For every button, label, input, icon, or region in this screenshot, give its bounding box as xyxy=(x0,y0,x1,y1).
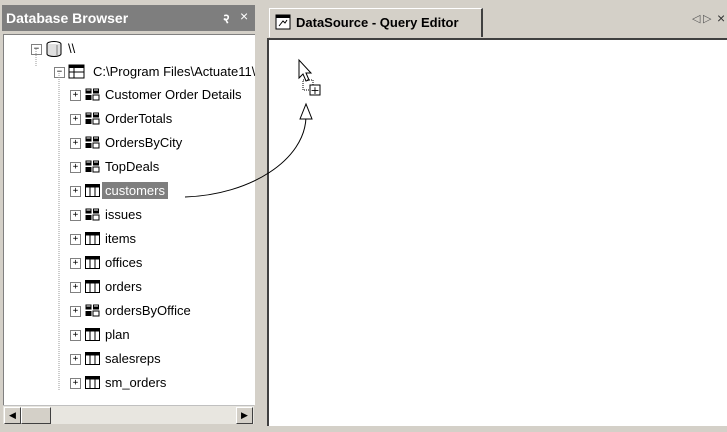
scroll-right-button[interactable]: ▶ xyxy=(236,407,253,424)
tree-item-label: offices xyxy=(105,255,143,270)
table-icon xyxy=(85,184,100,197)
table-icon xyxy=(85,352,100,365)
tree-item-topdeals[interactable]: + TopDeals xyxy=(70,157,255,177)
tab-strip: DataSource - Query Editor ◁ ▷ × xyxy=(262,0,727,38)
table-icon xyxy=(85,232,100,245)
tree-item-label: OrderTotals xyxy=(105,111,173,126)
database-browser-titlebar[interactable]: Database Browser २ × xyxy=(2,5,255,31)
view-icon xyxy=(85,112,100,125)
view-icon xyxy=(85,208,100,221)
expand-icon[interactable]: + xyxy=(70,282,81,293)
tree-item-label: orders xyxy=(105,279,142,294)
expand-icon[interactable]: + xyxy=(70,138,81,149)
tree-item-customer-order-details[interactable]: + Customer Order Details xyxy=(70,85,255,105)
database-browser-panel: Database Browser २ × − \\ − C:\Program F… xyxy=(0,0,256,432)
tree-item-salesreps[interactable]: + salesreps xyxy=(70,349,255,369)
expand-icon[interactable]: + xyxy=(70,162,81,173)
tree-item-ordersbycity[interactable]: + OrdersByCity xyxy=(70,133,255,153)
expand-icon[interactable]: + xyxy=(70,378,81,389)
horizontal-scrollbar[interactable]: ◀ ▶ xyxy=(3,405,254,424)
expand-icon[interactable]: + xyxy=(70,186,81,197)
tree-item-label: salesreps xyxy=(105,351,161,366)
scroll-left-button[interactable]: ◀ xyxy=(4,407,21,424)
tree-item-label: Customer Order Details xyxy=(105,87,242,102)
tree-item-customers[interactable]: + customers xyxy=(70,181,255,201)
tree-item-label: sm_orders xyxy=(105,375,167,390)
view-icon xyxy=(85,88,100,101)
tree-item-issues[interactable]: + issues xyxy=(70,205,255,225)
expand-icon[interactable]: + xyxy=(70,306,81,317)
tree-item-sm-orders[interactable]: + sm_orders xyxy=(70,373,255,393)
expand-icon[interactable]: + xyxy=(70,354,81,365)
expand-icon[interactable]: + xyxy=(70,210,81,221)
table-icon xyxy=(85,376,100,389)
tree-item-label: customers xyxy=(102,182,168,199)
scroll-thumb[interactable] xyxy=(21,407,51,424)
tree-item-orders[interactable]: + orders xyxy=(70,277,255,297)
scroll-tabs-right-icon[interactable]: ▷ xyxy=(703,12,711,25)
view-icon xyxy=(85,304,100,317)
expand-icon[interactable]: + xyxy=(70,258,81,269)
tree-item-offices[interactable]: + offices xyxy=(70,253,255,273)
expand-icon[interactable]: + xyxy=(70,330,81,341)
expand-icon[interactable]: + xyxy=(70,114,81,125)
query-editor-canvas[interactable] xyxy=(267,38,727,426)
tree-item-ordertotals[interactable]: + OrderTotals xyxy=(70,109,255,129)
expand-icon[interactable]: + xyxy=(70,90,81,101)
tab-label: DataSource - Query Editor xyxy=(296,15,459,30)
tree-item-label: issues xyxy=(105,207,142,222)
database-browser-title: Database Browser xyxy=(6,10,129,26)
tree-item-ordersbyoffice[interactable]: + ordersByOffice xyxy=(70,301,255,321)
table-icon xyxy=(85,256,100,269)
table-icon xyxy=(85,280,100,293)
tab-query-editor[interactable]: DataSource - Query Editor xyxy=(269,8,483,37)
close-icon[interactable]: × xyxy=(240,8,248,24)
table-icon xyxy=(85,328,100,341)
view-icon xyxy=(85,136,100,149)
expand-icon[interactable]: + xyxy=(70,234,81,245)
query-editor-panel: DataSource - Query Editor ◁ ▷ × xyxy=(262,0,727,432)
tree-item-items[interactable]: + items xyxy=(70,229,255,249)
database-tree: − \\ − C:\Program Files\Actuate11\ +Cust xyxy=(3,34,255,405)
close-tab-icon[interactable]: × xyxy=(717,10,725,26)
tree-item-label: OrdersByCity xyxy=(105,135,183,150)
pin-icon[interactable]: २ xyxy=(223,9,230,27)
tree-item-label: items xyxy=(105,231,137,246)
query-editor-icon xyxy=(275,14,291,30)
scroll-tabs-left-icon[interactable]: ◁ xyxy=(692,12,700,25)
tree-item-label: TopDeals xyxy=(105,159,160,174)
tree-item-label: plan xyxy=(105,327,130,342)
view-icon xyxy=(85,160,100,173)
tree-item-plan[interactable]: + plan xyxy=(70,325,255,345)
tree-item-label: ordersByOffice xyxy=(105,303,191,318)
